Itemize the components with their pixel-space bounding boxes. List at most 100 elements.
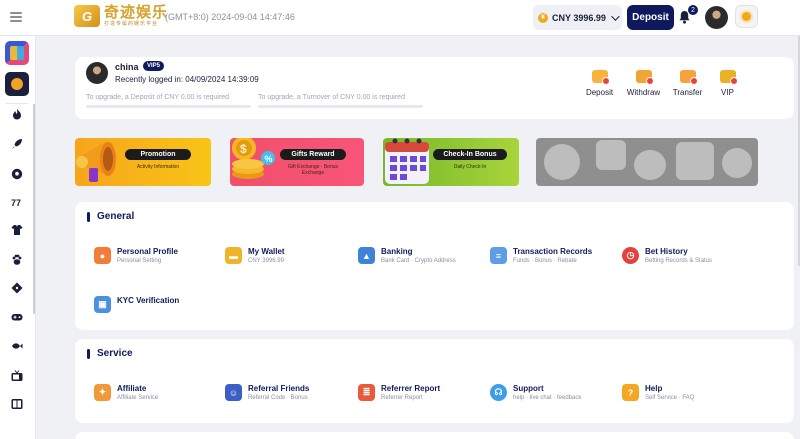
svg-text:$: $ bbox=[240, 142, 247, 156]
theme-toggle-button[interactable] bbox=[735, 5, 758, 28]
tv-icon[interactable] bbox=[11, 370, 23, 382]
section-title: General bbox=[87, 211, 134, 222]
bank-icon: ▲ bbox=[358, 247, 375, 264]
deposit-button[interactable]: Deposit bbox=[627, 5, 674, 30]
item-subtitle: Referrer Report bbox=[381, 395, 423, 401]
kyc-icon: ▣ bbox=[94, 296, 111, 313]
item-subtitle: Affiliate Service bbox=[117, 395, 159, 401]
transfer-icon bbox=[679, 70, 698, 85]
loading-banner[interactable] bbox=[536, 138, 758, 186]
item-title: Affiliate bbox=[117, 384, 147, 393]
logo-name: 奇迹娱乐 bbox=[104, 4, 169, 21]
records-icon: ≡ bbox=[490, 247, 507, 264]
item-title: Banking bbox=[381, 247, 413, 256]
bet-history-item[interactable]: ◷ Bet History Betting Records & Status bbox=[622, 247, 712, 266]
svg-text:77: 77 bbox=[11, 198, 21, 208]
support-item[interactable]: ☊ Support help · live chat · feedback bbox=[490, 384, 581, 403]
balance-amount: CNY 3996.99 bbox=[552, 12, 606, 23]
item-title: KYC Verification bbox=[117, 296, 180, 305]
last-login-text: Recently logged in: 04/09/2024 14:39:09 bbox=[115, 75, 259, 84]
profile-card: china VIP5 Recently logged in: 04/09/202… bbox=[75, 57, 794, 119]
banking-item[interactable]: ▲ Banking Bank Card · Crypto Address bbox=[358, 247, 456, 266]
user-avatar[interactable] bbox=[705, 6, 728, 29]
balance-dropdown[interactable]: ¥ CNY 3996.99 bbox=[533, 5, 622, 30]
personal-profile-item[interactable]: ● Personal Profile Personal Setting bbox=[94, 247, 178, 266]
item-title: Bet History bbox=[645, 247, 688, 256]
item-subtitle: CNY 3996.99 bbox=[248, 258, 284, 264]
service-section: Service ✦ Affiliate Affiliate Service ☺ … bbox=[75, 339, 794, 423]
dice-icon[interactable] bbox=[11, 282, 23, 294]
report-icon: ≣ bbox=[358, 384, 375, 401]
check-in-bonus-banner[interactable]: Check-In Bonus Daily Check-In bbox=[383, 138, 519, 186]
sidebar-divider bbox=[6, 103, 28, 104]
jersey-icon[interactable] bbox=[11, 224, 23, 236]
slots-game-tile[interactable] bbox=[5, 41, 29, 65]
banner-subtitle: Gift Exchange · Bonus Exchange bbox=[287, 164, 339, 176]
svg-text:%: % bbox=[265, 154, 273, 164]
transaction-records-item[interactable]: ≡ Transaction Records Funds · Bonus · Re… bbox=[490, 247, 592, 266]
handshake-icon: ✦ bbox=[94, 384, 111, 401]
logo-mark: G bbox=[74, 5, 100, 27]
sidebar: 77 bbox=[0, 36, 36, 439]
history-icon: ◷ bbox=[622, 247, 639, 264]
item-title: Referrer Report bbox=[381, 384, 441, 393]
quick-action-withdraw[interactable]: Withdraw bbox=[621, 70, 666, 97]
deposit-progress-bar bbox=[86, 105, 251, 108]
vip-level-badge: VIP5 bbox=[143, 61, 165, 71]
affiliate-item[interactable]: ✦ Affiliate Affiliate Service bbox=[94, 384, 158, 403]
server-clock: (GMT+8:0) 2024-09-04 14:47:46 bbox=[165, 12, 295, 22]
help-item[interactable]: ? Help Self Service · FAQ bbox=[622, 384, 694, 403]
section-title: Service bbox=[87, 348, 133, 359]
withdraw-icon bbox=[635, 70, 654, 85]
item-subtitle: help · live chat · feedback bbox=[513, 395, 582, 401]
sports-game-tile[interactable] bbox=[5, 72, 29, 96]
turnover-requirement-text: To upgrade, a Turnover of CNY 0.00 is re… bbox=[258, 94, 405, 101]
gifts-reward-banner[interactable]: $ % Gifts Reward Gift Exchange · Bonus E… bbox=[230, 138, 364, 186]
main-content: china VIP5 Recently logged in: 04/09/202… bbox=[36, 36, 800, 439]
top-bar: G 奇迹娱乐 打造专属的娱乐平台 (GMT+8:0) 2024-09-04 14… bbox=[0, 0, 800, 36]
my-wallet-item[interactable]: ▬ My Wallet CNY 3996.99 bbox=[225, 247, 285, 266]
item-title: Personal Profile bbox=[117, 247, 178, 256]
banner-title: Promotion bbox=[125, 149, 191, 160]
deposit-requirement-text: To upgrade, a Deposit of CNY 0.00 is req… bbox=[86, 94, 230, 101]
quick-action-label: Transfer bbox=[672, 88, 703, 97]
quick-action-vip[interactable]: VIP bbox=[705, 70, 750, 97]
quick-action-label: Deposit bbox=[585, 88, 614, 97]
banner-subtitle: Daily Check-In bbox=[453, 164, 487, 170]
promotion-banner[interactable]: Promotion Activity Information bbox=[75, 138, 211, 186]
item-title: Referral Friends bbox=[248, 384, 310, 393]
next-section-card bbox=[75, 432, 794, 439]
item-subtitle: Self Service · FAQ bbox=[645, 395, 695, 401]
rocket-icon[interactable] bbox=[11, 138, 23, 150]
hamburger-icon[interactable] bbox=[10, 12, 22, 22]
gamepad-icon[interactable] bbox=[11, 311, 23, 323]
quick-action-deposit[interactable]: Deposit bbox=[577, 70, 622, 97]
referrer-report-item[interactable]: ≣ Referrer Report Referrer Report bbox=[358, 384, 440, 403]
calendar-icon bbox=[385, 138, 429, 184]
quick-action-label: VIP bbox=[721, 88, 734, 97]
referral-friends-item[interactable]: ☺ Referral Friends Referral Code · Bonus bbox=[225, 384, 309, 403]
vip-icon bbox=[719, 70, 738, 85]
number-game-icon[interactable]: 77 bbox=[11, 196, 23, 208]
site-logo[interactable]: G 奇迹娱乐 打造专属的娱乐平台 bbox=[74, 5, 168, 27]
chevron-down-icon bbox=[611, 11, 620, 21]
soccer-icon[interactable] bbox=[11, 168, 23, 180]
banner-title: Gifts Reward bbox=[280, 149, 346, 160]
currency-coin-icon: ¥ bbox=[538, 12, 548, 23]
paw-icon[interactable] bbox=[11, 254, 23, 266]
item-subtitle: Bank Card · Crypto Address bbox=[381, 258, 456, 264]
banner-title: Check-In Bonus bbox=[433, 149, 507, 160]
cards-icon[interactable] bbox=[11, 398, 23, 410]
item-subtitle: Betting Records & Status bbox=[645, 258, 713, 264]
sidebar-scrollbar[interactable] bbox=[33, 104, 35, 314]
profile-avatar[interactable] bbox=[86, 62, 108, 84]
sun-icon bbox=[742, 12, 751, 21]
item-title: Transaction Records bbox=[513, 247, 593, 256]
notification-badge: 2 bbox=[688, 5, 698, 15]
hot-icon[interactable] bbox=[11, 108, 23, 120]
megaphone-icon bbox=[76, 142, 116, 182]
fish-icon[interactable] bbox=[11, 340, 23, 352]
logo-tagline: 打造专属的娱乐平台 bbox=[104, 21, 159, 27]
quick-action-transfer[interactable]: Transfer bbox=[665, 70, 710, 97]
kyc-verification-item[interactable]: ▣ KYC Verification bbox=[94, 296, 179, 313]
